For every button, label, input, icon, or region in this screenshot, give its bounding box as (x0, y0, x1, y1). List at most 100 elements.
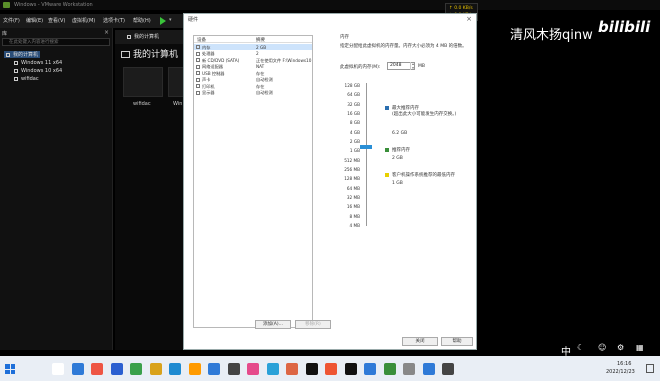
device-row[interactable]: USB 控制器 存在 (194, 70, 312, 76)
taskbar-app-icon[interactable] (208, 363, 220, 375)
help-button[interactable]: 帮助 (441, 337, 473, 346)
taskbar-app-icon[interactable] (305, 363, 318, 375)
vm-thumbnail[interactable] (123, 67, 163, 97)
menu-tabs[interactable]: 选项卡(T) (103, 17, 125, 24)
menu-view[interactable]: 查看(V) (48, 17, 65, 24)
moon-icon[interactable]: ☾ (577, 343, 584, 352)
memory-scale-tick: 2 GB (349, 139, 360, 144)
device-name: 显示器 (202, 90, 215, 95)
device-icon (196, 51, 200, 56)
taskbar-app-icon[interactable] (364, 363, 376, 375)
device-row[interactable]: 处理器 2 (194, 51, 312, 57)
remove-device-button[interactable]: 移除(R) (295, 320, 331, 329)
main-title: 我的计算机 (121, 47, 178, 60)
device-summary: 自动检测 (256, 90, 273, 95)
max-recommended-label: 最大推荐内存 (392, 106, 419, 111)
menu-edit[interactable]: 编辑(E) (26, 17, 43, 24)
uploader-watermark: 清风木扬qinw (510, 28, 593, 43)
taskbar-app-icon[interactable] (169, 363, 181, 375)
memory-scale-tick: 1 GB (349, 148, 360, 154)
menu-help[interactable]: 帮助(H) (133, 17, 151, 24)
memory-scale-tick: 8 MB (349, 213, 360, 219)
recommended-label: 推荐内存 (392, 148, 410, 153)
menu-file[interactable]: 文件(F) (3, 17, 20, 24)
play-icon[interactable] (160, 17, 166, 25)
taskbar-app-icon[interactable] (422, 363, 435, 375)
main-area: 我的计算机 wifidac Win (115, 44, 193, 350)
add-device-button[interactable]: 添加(A)... (255, 320, 291, 329)
taskbar-app-icon[interactable] (286, 363, 298, 375)
max-recommended-note: (超出此大小可能发生内存交换。) (392, 112, 457, 117)
memory-description: 指定分配给此虚拟机的内存量。内存大小必须为 4 MB 的倍数。 (340, 44, 467, 49)
spinner-icon[interactable]: ▴ ▾ (410, 62, 415, 70)
clock-time[interactable]: 16:16 (617, 361, 631, 367)
clock-date[interactable]: 2022/12/23 (606, 369, 635, 375)
taskbar-app-icon[interactable] (344, 363, 357, 375)
device-row[interactable]: 新 CD/DVD (SATA) 正在使用文件 F:\Windows10 (194, 57, 312, 63)
device-icon (196, 64, 200, 69)
memory-scale-tick: 256 MB (344, 167, 360, 172)
vm-icon (14, 60, 18, 65)
taskbar-app-icon[interactable] (91, 363, 103, 375)
memory-scale-tick: 4 GB (349, 129, 360, 135)
device-icon (196, 90, 200, 95)
taskbar-app-icon[interactable] (266, 363, 279, 375)
memory-slider-track[interactable] (366, 83, 367, 226)
windows-taskbar: 16:16 2022/12/23 (0, 356, 660, 381)
taskbar-app-icon[interactable] (71, 363, 84, 375)
taskbar-app-icon[interactable] (110, 363, 123, 375)
taskbar-app-icon[interactable] (130, 363, 142, 375)
dropdown-chevron-icon[interactable]: ▾ (169, 17, 172, 23)
max-recommended-value: 6.2 GB (392, 131, 408, 136)
taskbar-app-icon[interactable] (52, 363, 64, 375)
home-icon (127, 34, 131, 39)
memory-slider-thumb[interactable] (360, 145, 372, 149)
memory-unit: MB (418, 64, 425, 69)
memory-scale-tick: 32 GB (347, 101, 360, 107)
taskbar-app-icon[interactable] (149, 363, 162, 375)
upload-speed: ↑ 0.0 KB/s (449, 6, 473, 11)
device-list-header: 设备 摘要 (194, 36, 312, 43)
min-recommended-label: 客户机操作系统推荐的最低内存 (392, 173, 455, 178)
memory-scale-tick: 4 MB (349, 223, 360, 228)
taskbar-app-icon[interactable] (188, 363, 201, 375)
close-button[interactable]: 关闭 (402, 337, 438, 346)
tab-my-computer[interactable]: 我的计算机 (127, 33, 159, 40)
menu-vm[interactable]: 虚拟机(M) (72, 17, 95, 24)
memory-scale-tick: 64 MB (346, 185, 360, 191)
vm-label: Win (173, 101, 183, 107)
library-sidebar: 库 × 在此处键入内容进行搜索 我的计算机 Windows 11 x64 Win… (0, 28, 113, 350)
close-icon[interactable]: × (104, 29, 109, 36)
device-icon (196, 84, 200, 88)
tree-item-vm[interactable]: Windows 11 x64 (14, 60, 62, 66)
vm-label: wifidac (133, 101, 151, 107)
device-icon (196, 45, 200, 49)
device-row[interactable]: 显示器 自动检测 (194, 90, 312, 96)
recommended-value: 2 GB (392, 156, 403, 161)
taskbar-app-icon[interactable] (403, 363, 415, 375)
taskbar-app-icon[interactable] (227, 363, 240, 375)
tree-item-vm[interactable]: Windows 10 x64 (14, 68, 62, 74)
windows-start-icon[interactable] (5, 364, 15, 374)
memory-scale-tick: 8 GB (349, 120, 360, 126)
device-row[interactable]: 网络适配器 NAT (194, 64, 312, 70)
notification-icon[interactable] (646, 364, 654, 373)
library-search-input[interactable]: 在此处键入内容进行搜索 (2, 38, 110, 46)
computer-icon (6, 52, 10, 57)
device-row[interactable]: 内存 2 GB (194, 44, 312, 51)
menubar: 文件(F) 编辑(E) 查看(V) 虚拟机(M) 选项卡(T) 帮助(H) ▾ (0, 14, 192, 28)
emoji-icon[interactable]: ☺ (598, 343, 606, 352)
taskbar-app-icon[interactable] (442, 363, 454, 375)
taskbar-app-icon[interactable] (247, 363, 259, 375)
tree-root-my-computer[interactable]: 我的计算机 (4, 51, 41, 58)
grid-icon[interactable]: ▦ (636, 343, 644, 352)
settings-icon[interactable]: ⚙ (617, 343, 624, 352)
device-row[interactable]: 打印机 存在 (194, 83, 312, 89)
close-icon[interactable]: × (466, 15, 472, 23)
memory-scale-tick: 16 MB (346, 204, 360, 210)
taskbar-app-icon[interactable] (325, 363, 337, 375)
device-summary: 2 (256, 51, 259, 56)
tree-item-vm[interactable]: wifidac (14, 76, 39, 82)
taskbar-app-icon[interactable] (383, 363, 396, 375)
device-row[interactable]: 声卡 自动检测 (194, 77, 312, 83)
